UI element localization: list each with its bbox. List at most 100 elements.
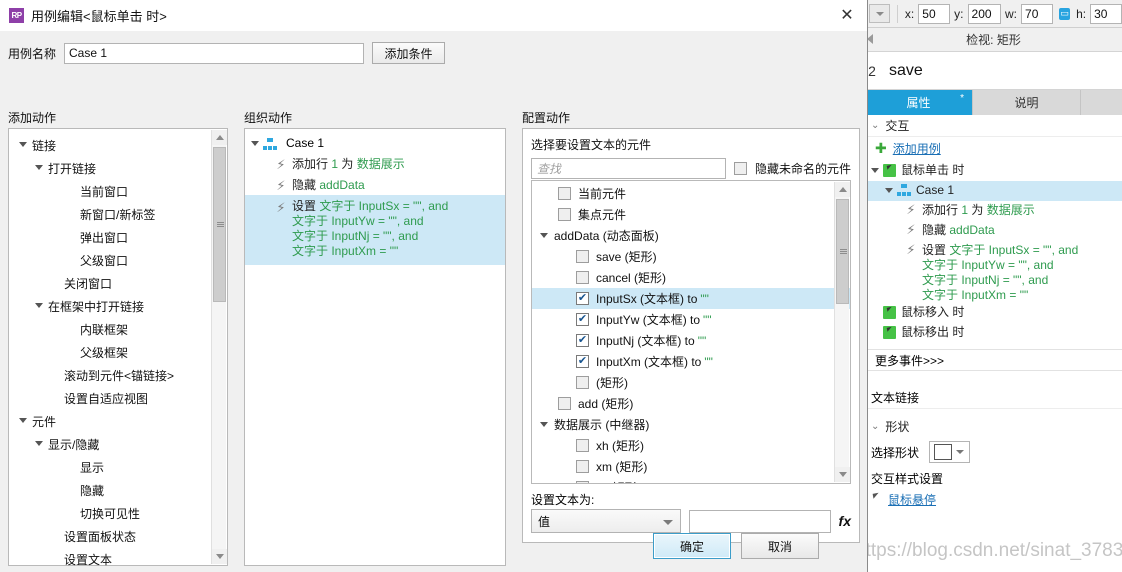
add-action-item[interactable]: 隐藏 — [15, 479, 207, 502]
element-list-row[interactable]: (矩形) — [532, 372, 850, 393]
element-list-row[interactable]: InputSx (文本框) to"" — [532, 288, 850, 309]
checkbox-unchecked[interactable] — [576, 376, 589, 389]
checkbox-unchecked[interactable] — [576, 481, 589, 483]
ok-button[interactable]: 确定 — [653, 533, 731, 559]
checkbox-checked[interactable] — [576, 355, 589, 368]
element-list[interactable]: 当前元件 集点元件 addData (动态面板) save (矩形) cancel (矩… — [531, 180, 851, 484]
organize-case-row[interactable]: Case 1 — [245, 133, 505, 153]
checkbox-unchecked[interactable] — [576, 439, 589, 452]
add-action-item[interactable]: 设置文本 — [15, 548, 207, 571]
section-shape[interactable]: ⌄ 形状 — [865, 415, 1122, 437]
add-case-button[interactable]: ✚ 添加用例 — [865, 137, 1122, 159]
organize-action-row-selected[interactable]: ⚡ 设置 文字于 InputSx = "", and 文字于 InputYw =… — [245, 195, 505, 265]
element-list-row[interactable]: xm (矩形) — [532, 456, 850, 477]
search-input[interactable]: 查找 — [531, 158, 726, 179]
element-list-row[interactable]: 集点元件 — [532, 204, 850, 225]
hover-style-row[interactable]: 鼠标悬停 — [865, 489, 1122, 509]
expand-arrow-icon[interactable] — [19, 142, 27, 151]
expand-arrow-icon[interactable] — [35, 441, 43, 450]
expand-arrow-icon[interactable] — [35, 303, 43, 312]
organize-action-row[interactable]: ⚡ 隐藏 addData — [245, 174, 505, 195]
checkbox-checked[interactable] — [576, 334, 589, 347]
expand-arrow-icon[interactable] — [251, 140, 259, 146]
element-list-row[interactable]: 当前元件 — [532, 183, 850, 204]
add-action-item[interactable]: 父级框架 — [15, 341, 207, 364]
add-action-item[interactable]: 切换可见性 — [15, 502, 207, 525]
element-list-row[interactable]: InputXm (文本框) to"" — [532, 351, 850, 372]
element-list-scrollbar[interactable] — [834, 182, 850, 482]
checkbox-unchecked[interactable] — [576, 250, 589, 263]
add-action-item[interactable]: 打开链接 — [15, 157, 207, 180]
add-action-item[interactable]: 链接 — [15, 134, 207, 157]
expand-arrow-icon[interactable] — [540, 233, 548, 238]
element-list-row[interactable]: ni (矩形) — [532, 477, 850, 483]
expand-arrow-icon[interactable] — [19, 418, 27, 427]
x-input[interactable]: 50 — [918, 3, 951, 24]
event-row-case1[interactable]: Case 1 — [865, 181, 1122, 201]
shape-picker[interactable] — [929, 441, 971, 463]
add-action-scrollbar[interactable] — [211, 130, 227, 564]
add-condition-button[interactable]: 添加条件 — [372, 42, 446, 64]
section-interaction[interactable]: ⌄ 交互 — [865, 115, 1122, 137]
element-list-row[interactable]: save (矩形) — [532, 246, 850, 267]
checkbox-unchecked[interactable] — [576, 460, 589, 473]
expand-arrow-icon[interactable] — [871, 168, 879, 173]
add-action-item[interactable]: 设置自适应视图 — [15, 387, 207, 410]
scroll-down-button[interactable] — [212, 549, 227, 564]
event-row-click[interactable]: 鼠标单击 时 — [865, 161, 1122, 181]
element-list-row[interactable]: xh (矩形) — [532, 435, 850, 456]
checkbox-checked[interactable] — [576, 292, 589, 305]
add-action-item[interactable]: 在框架中打开链接 — [15, 295, 207, 318]
close-icon[interactable]: ✕ — [835, 4, 859, 26]
toolbar-dropdown[interactable] — [869, 4, 891, 23]
scrollbar-thumb[interactable] — [836, 199, 849, 304]
add-action-item[interactable]: 父级窗口 — [15, 249, 207, 272]
element-list-row[interactable]: cancel (矩形) — [532, 267, 850, 288]
value-type-select[interactable]: 值 — [531, 509, 681, 533]
hide-unnamed-checkbox[interactable] — [733, 162, 747, 175]
tab-notes[interactable]: 说明 — [973, 90, 1081, 115]
widget-name-value[interactable]: save — [889, 62, 923, 80]
y-input[interactable]: 200 — [967, 3, 1002, 24]
add-action-item[interactable]: 显示/隐藏 — [15, 433, 207, 456]
case-name-input[interactable]: Case 1 — [64, 42, 365, 64]
add-action-item[interactable]: 内联框架 — [15, 318, 207, 341]
fx-button[interactable]: fx — [839, 513, 851, 529]
h-input[interactable]: 30 — [1090, 3, 1122, 24]
add-action-item[interactable]: 弹出窗口 — [15, 226, 207, 249]
scroll-up-button[interactable] — [835, 182, 850, 197]
checkbox-unchecked[interactable] — [576, 271, 589, 284]
expand-arrow-icon[interactable] — [35, 165, 43, 174]
checkbox-unchecked[interactable] — [558, 187, 571, 200]
tab-extra[interactable] — [1081, 90, 1122, 115]
more-events-link[interactable]: 更多事件>>> — [865, 349, 1122, 371]
cancel-button[interactable]: 取消 — [741, 533, 819, 559]
lock-aspect-ratio-icon[interactable]: ▭ — [1058, 7, 1071, 20]
tab-properties[interactable]: 属性 * — [865, 90, 973, 115]
add-action-item[interactable]: 当前窗口 — [15, 180, 207, 203]
element-list-row[interactable]: addData (动态面板) — [532, 225, 850, 246]
add-action-item[interactable]: 设置面板状态 — [15, 525, 207, 548]
scroll-up-button[interactable] — [212, 130, 227, 145]
element-list-row[interactable]: add (矩形) — [532, 393, 850, 414]
organize-action-row[interactable]: ⚡ 添加行 1 为 数据展示 — [245, 153, 505, 174]
add-action-item[interactable]: 元件 — [15, 410, 207, 433]
action-row-hide[interactable]: ⚡ 隐藏 addData — [865, 221, 1122, 241]
scrollbar-thumb[interactable] — [213, 147, 226, 302]
add-action-item[interactable]: 显示 — [15, 456, 207, 479]
add-action-item[interactable]: 关闭窗口 — [15, 272, 207, 295]
text-link-row[interactable]: 文本链接 — [865, 387, 1122, 409]
event-row-mouseleave[interactable]: 鼠标移出 时 — [865, 323, 1122, 343]
checkbox-unchecked[interactable] — [558, 208, 571, 221]
add-action-item[interactable]: 滚动到元件<锚链接> — [15, 364, 207, 387]
element-list-row[interactable]: InputYw (文本框) to"" — [532, 309, 850, 330]
checkbox-unchecked[interactable] — [558, 397, 571, 410]
event-row-mouseenter[interactable]: 鼠标移入 时 — [865, 303, 1122, 323]
w-input[interactable]: 70 — [1021, 3, 1053, 24]
expand-arrow-icon[interactable] — [540, 422, 548, 427]
action-row-addrow[interactable]: ⚡ 添加行 1 为 数据展示 — [865, 201, 1122, 221]
scroll-down-button[interactable] — [835, 467, 850, 482]
add-action-item[interactable]: 新窗口/新标签 — [15, 203, 207, 226]
value-input[interactable] — [688, 509, 831, 533]
element-list-row[interactable]: 数据展示 (中继器) — [532, 414, 850, 435]
